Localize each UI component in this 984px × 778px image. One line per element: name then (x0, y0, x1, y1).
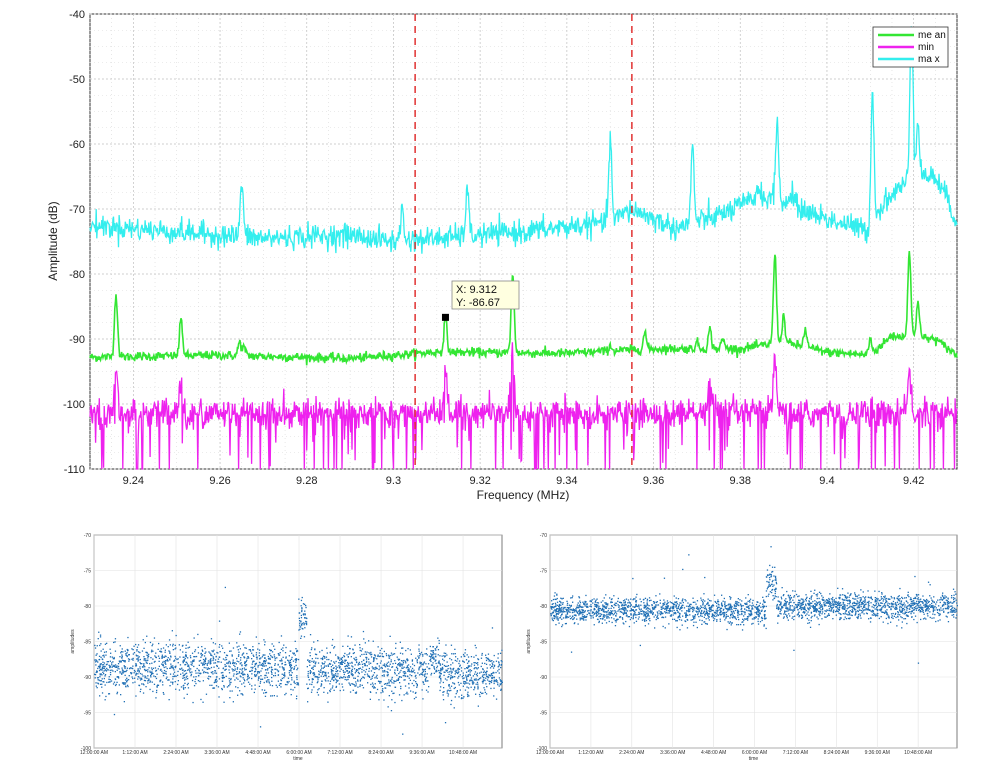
y-tick-label: -70 (84, 533, 91, 539)
x-tick-label: 9.4 (819, 475, 834, 487)
datatip-marker (441, 313, 449, 321)
legend-label-max: ma x (918, 54, 940, 65)
legend-label-mean: me an (918, 30, 946, 41)
y-tick-label: -100 (81, 746, 91, 752)
y-tick-label: -90 (540, 675, 547, 681)
y-tick-label: -80 (540, 604, 547, 610)
x-tick-label: 9.42 (903, 475, 924, 487)
y-tick-label: -90 (84, 675, 91, 681)
scatter-points (94, 586, 503, 735)
y-tick-label: -85 (84, 640, 91, 646)
x-tick-label: 8:24:00 AM (824, 750, 849, 756)
x-tick-label: 9.36 (643, 475, 664, 487)
x-tick-label: 9.28 (296, 475, 317, 487)
y-tick-label: -110 (64, 464, 85, 476)
x-tick-label: 10:48:00 AM (449, 750, 477, 756)
x-tick-label: 12:00:00 AM (536, 750, 564, 756)
x-axis-label: time (749, 756, 759, 762)
x-tick-label: 9.3 (386, 475, 401, 487)
legend: me an min ma x (872, 26, 949, 68)
x-tick-label: 10:48:00 AM (904, 750, 932, 756)
x-tick-label: 7:12:00 AM (327, 750, 352, 756)
legend-label-min: min (918, 42, 934, 53)
x-tick-label: 3:36:00 AM (660, 750, 685, 756)
y-axis-label: amplitudes (526, 629, 532, 654)
x-tick-label: 1:12:00 AM (122, 750, 147, 756)
y-tick-label: -60 (69, 139, 85, 151)
datatip-x-text: X: 9.312 (456, 284, 497, 296)
datatip-y-text: Y: -86.67 (456, 297, 500, 309)
y-tick-label: -50 (69, 74, 85, 86)
y-tick-label: -95 (540, 711, 547, 717)
x-tick-label: 8:24:00 AM (368, 750, 393, 756)
x-tick-label: 9.26 (209, 475, 230, 487)
x-tick-labels: 9.24 9.26 9.28 9.3 9.32 9.34 9.36 9.38 9.4 9.42 (123, 475, 925, 487)
plot-area (549, 534, 958, 749)
x-tick-label: 2:24:00 AM (619, 750, 644, 756)
y-tick-label: -80 (84, 604, 91, 610)
scatter-chart-right: 12:00:00 AM 1:12:00 AM 2:24:00 AM 3:36:00 A… (526, 533, 958, 762)
x-tick-label: 9:36:00 AM (865, 750, 890, 756)
x-tick-label: 9.34 (556, 475, 577, 487)
y-tick-label: -70 (540, 533, 547, 539)
y-tick-label: -75 (540, 569, 547, 575)
y-tick-label: -90 (69, 334, 85, 346)
x-tick-label: 4:48:00 AM (701, 750, 726, 756)
y-tick-label: -70 (69, 204, 85, 216)
x-tick-label: 12:00:00 AM (80, 750, 108, 756)
x-tick-label: 3:36:00 AM (204, 750, 229, 756)
y-tick-labels: -40 -50 -60 -70 -80 -90 -100 -110 (63, 9, 85, 476)
y-tick-label: -40 (69, 9, 85, 21)
plot-area (93, 534, 503, 749)
x-axis-label: Frequency (MHz) (477, 488, 570, 502)
y-axis-label: amplitudes (70, 629, 76, 654)
y-tick-label: -75 (84, 569, 91, 575)
x-tick-label: 2:24:00 AM (163, 750, 188, 756)
y-tick-label: -100 (537, 746, 547, 752)
y-tick-label: -95 (84, 711, 91, 717)
y-tick-label: -85 (540, 640, 547, 646)
scatter-chart-left: 12:00:00 AM 1:12:00 AM 2:24:00 AM 3:36:00 A… (70, 533, 503, 762)
x-tick-label: 9:36:00 AM (409, 750, 434, 756)
y-tick-label: -80 (69, 269, 85, 281)
x-tick-label: 7:12:00 AM (783, 750, 808, 756)
y-tick-label: -100 (63, 399, 85, 411)
x-axis-label: time (293, 756, 303, 762)
scatter-points (550, 546, 958, 664)
x-tick-label: 4:48:00 AM (245, 750, 270, 756)
spectrum-chart: 9.24 9.26 9.28 9.3 9.32 9.34 9.36 9.38 9.4 9.42 -… (46, 9, 958, 502)
x-tick-label: 9.24 (123, 475, 144, 487)
x-tick-label: 6:00:00 AM (742, 750, 767, 756)
x-tick-label: 1:12:00 AM (578, 750, 603, 756)
y-axis-label: Amplitude (dB) (46, 201, 60, 280)
x-tick-label: 6:00:00 AM (286, 750, 311, 756)
x-tick-label: 9.32 (469, 475, 490, 487)
x-tick-label: 9.38 (730, 475, 751, 487)
